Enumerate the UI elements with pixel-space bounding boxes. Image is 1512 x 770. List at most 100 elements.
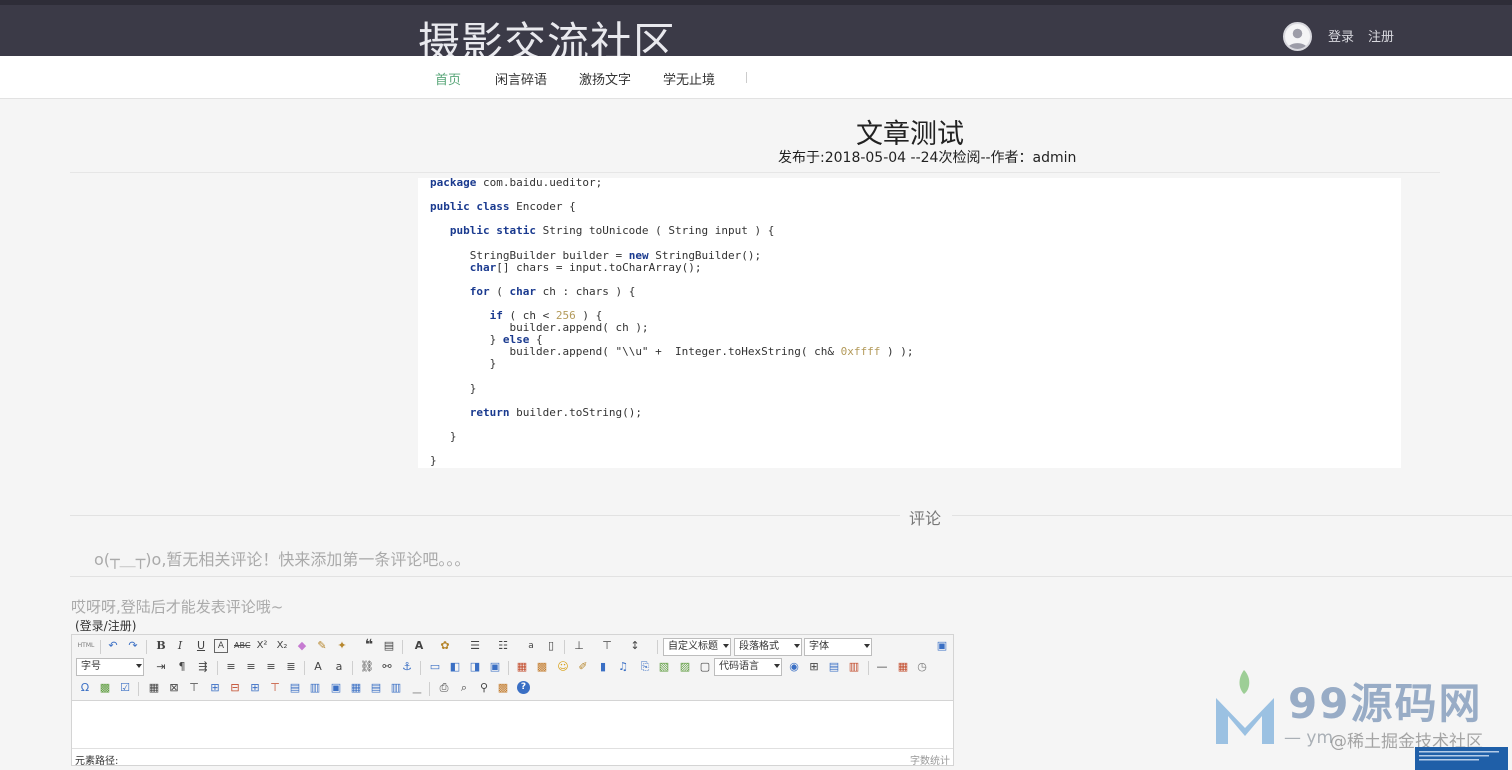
direction-ltr-icon[interactable]: ⇥ (154, 660, 168, 674)
time-icon[interactable]: ◷ (915, 660, 929, 674)
paste-text-icon[interactable]: ▤ (382, 639, 396, 653)
direction-rtl-icon[interactable]: ¶ (175, 660, 189, 674)
fullscreen-icon[interactable]: ▣ (935, 639, 949, 653)
superscript-icon[interactable]: X² (255, 639, 269, 653)
horizontal-rule-icon[interactable]: — (875, 660, 889, 674)
attachment-icon[interactable]: ⎘ (638, 660, 652, 674)
format-brush-icon[interactable]: ✎ (315, 639, 329, 653)
insert-paragraph-before-table-icon[interactable]: ⊤ (187, 681, 201, 695)
ordered-list-icon[interactable]: ☰ (468, 639, 482, 653)
insert-video-icon[interactable]: ▮ (596, 660, 610, 674)
emotion-icon[interactable]: ☺ (556, 660, 570, 674)
blockquote-icon[interactable]: ❝ (362, 638, 376, 652)
merge-right-icon[interactable]: ▥ (308, 681, 322, 695)
align-left-icon[interactable]: ≡ (224, 660, 238, 674)
row-spacing-bottom-icon[interactable]: ⊤ (600, 639, 614, 653)
merge-down-icon[interactable]: ▣ (329, 681, 343, 695)
nav-item-articles[interactable]: 激扬文字 (579, 69, 631, 88)
wordcount-check-icon[interactable]: ☑ (118, 681, 132, 695)
snapscreen-icon[interactable]: ▩ (98, 681, 112, 695)
split-rows-icon[interactable]: ▤ (369, 681, 383, 695)
chart-icon[interactable]: ▁ (410, 681, 424, 695)
avatar-icon[interactable] (1283, 22, 1312, 51)
simple-upload-icon[interactable]: ▦ (515, 660, 529, 674)
image-center-icon[interactable]: ▣ (488, 660, 502, 674)
image-left-icon[interactable]: ◧ (448, 660, 462, 674)
page-break-icon[interactable]: ◉ (787, 660, 801, 674)
font-family-select[interactable]: 字体 (804, 638, 872, 656)
italic-icon[interactable]: I (173, 639, 187, 653)
nav-item-chitchat[interactable]: 闲言碎语 (495, 69, 547, 88)
delete-row-icon[interactable]: ⊟ (228, 681, 242, 695)
divider (70, 172, 1440, 173)
split-cells-icon[interactable]: ▦ (349, 681, 363, 695)
editor-content-area[interactable] (72, 702, 953, 748)
select-all-icon[interactable]: a (524, 639, 538, 653)
image-right-icon[interactable]: ◨ (468, 660, 482, 674)
split-cols-icon[interactable]: ▥ (389, 681, 403, 695)
login-register-link[interactable]: (登录/注册) (75, 617, 136, 634)
login-link[interactable]: 登录 (1328, 26, 1354, 45)
source-html-icon[interactable]: HTML (76, 639, 96, 653)
image-none-icon[interactable]: ▭ (428, 660, 442, 674)
link-icon[interactable]: ⛓ (360, 660, 374, 674)
strikethrough-icon[interactable]: ABC (234, 639, 250, 653)
merge-cells-icon[interactable]: ▤ (288, 681, 302, 695)
watermark-logo (1216, 670, 1274, 744)
background-color-icon[interactable]: ✿ (438, 639, 452, 653)
insert-table-icon[interactable]: ▦ (147, 681, 161, 695)
article-meta: 发布于:2018-05-04 --24次检阅--作者：admin (778, 150, 1077, 166)
date-icon[interactable]: ▦ (896, 660, 910, 674)
line-height-icon[interactable]: ↕ (628, 639, 642, 653)
wordimage-icon[interactable]: ▥ (847, 660, 861, 674)
special-chars-icon[interactable]: Ω (78, 681, 92, 695)
anchor-icon[interactable]: ⚓ (400, 660, 414, 674)
delete-table-icon[interactable]: ⊠ (167, 681, 181, 695)
unlink-icon[interactable]: ⚯ (380, 660, 394, 674)
drafts-icon[interactable]: ▩ (496, 681, 510, 695)
redo-icon[interactable]: ↷ (126, 639, 140, 653)
music-icon[interactable]: ♫ (616, 660, 630, 674)
auto-typeset-icon[interactable]: ✦ (335, 639, 349, 653)
delete-col-icon[interactable]: ⊤ (268, 681, 282, 695)
insert-image-icon[interactable]: ▩ (535, 660, 549, 674)
preview-icon[interactable]: ⌕ (457, 681, 471, 695)
to-lowercase-icon[interactable]: a (332, 660, 346, 674)
align-right-icon[interactable]: ≡ (264, 660, 278, 674)
paragraph-format-select[interactable]: 段落格式 (734, 638, 802, 656)
map-icon[interactable]: ▧ (657, 660, 671, 674)
template-icon[interactable]: ⊞ (807, 660, 821, 674)
align-center-icon[interactable]: ≡ (244, 660, 258, 674)
insert-frame-icon[interactable]: ▢ (698, 660, 712, 674)
font-size-select[interactable]: 字号 (76, 658, 144, 676)
background-icon[interactable]: ▤ (827, 660, 841, 674)
chevron-down-icon (864, 644, 870, 648)
to-uppercase-icon[interactable]: A (311, 660, 325, 674)
unordered-list-icon[interactable]: ☷ (496, 639, 510, 653)
eraser-icon[interactable]: ◆ (295, 639, 309, 653)
nav-item-learning[interactable]: 学无止境 (663, 69, 715, 88)
print-icon[interactable]: ⎙ (437, 681, 451, 695)
undo-icon[interactable]: ↶ (106, 639, 120, 653)
toolbar-separator (657, 640, 658, 654)
underline-icon[interactable]: U (194, 639, 208, 653)
search-replace-icon[interactable]: ⚲ (477, 681, 491, 695)
row-spacing-top-icon[interactable]: ⊥ (572, 639, 586, 653)
nav-item-home[interactable]: 首页 (435, 69, 461, 88)
register-link[interactable]: 注册 (1368, 26, 1394, 45)
font-border-icon[interactable]: A (214, 639, 228, 653)
subscript-icon[interactable]: X₂ (275, 639, 289, 653)
insert-row-icon[interactable]: ⊞ (208, 681, 222, 695)
align-justify-icon[interactable]: ≣ (284, 660, 298, 674)
bold-icon[interactable]: B (154, 639, 168, 653)
custom-heading-select[interactable]: 自定义标题 (663, 638, 731, 656)
gmap-icon[interactable]: ▨ (678, 660, 692, 674)
clear-doc-icon[interactable]: ▯ (544, 639, 558, 653)
scrawl-icon[interactable]: ✐ (576, 660, 590, 674)
toolbar-separator (146, 640, 147, 654)
font-color-icon[interactable]: A (412, 639, 426, 653)
indent-icon[interactable]: ⇶ (196, 660, 210, 674)
insert-col-icon[interactable]: ⊞ (248, 681, 262, 695)
help-icon[interactable]: ? (517, 681, 530, 694)
code-language-select[interactable]: 代码语言 (714, 658, 782, 676)
